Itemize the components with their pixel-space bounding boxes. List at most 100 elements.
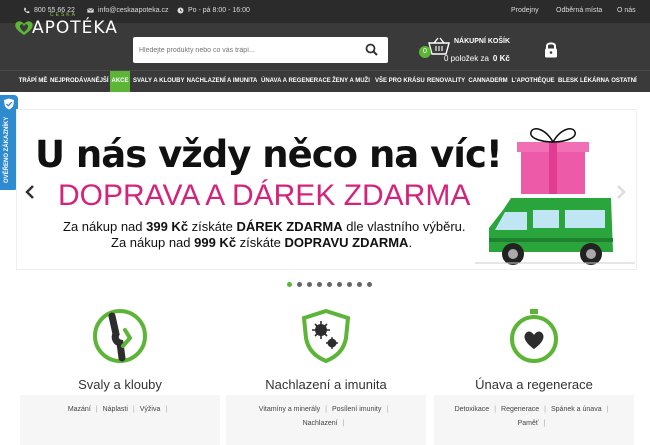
text: Za nákup nad (111, 235, 195, 250)
nav-item-unava-a-regenerace[interactable]: ÚNAVA A REGENERACE (261, 71, 331, 92)
verified-reviews-label: OVĚŘENO ZÁKAZNÍKY (4, 116, 10, 183)
carousel-dot[interactable] (347, 282, 352, 287)
heart-leaf-logo-icon (15, 21, 33, 35)
category-link[interactable]: Vitamíny a minerály (259, 406, 320, 413)
carousel-dots (287, 282, 372, 287)
nav-item-lapotheque[interactable]: L'APOTHÉQUE (511, 71, 555, 92)
carousel-dot[interactable] (297, 282, 302, 287)
topbar-link-label: O nás (617, 7, 636, 14)
nav-item-trapi-me[interactable]: TRÁPÍ MĚ (18, 71, 48, 92)
stopwatch-heart-icon (510, 309, 558, 363)
text: získáte (188, 219, 237, 234)
separator: | (543, 420, 546, 427)
category-link[interactable]: Spánek a únava (551, 406, 602, 413)
carousel-dot[interactable] (327, 282, 332, 287)
separator: | (95, 406, 98, 413)
nav-item-ostatni[interactable]: OSTATNÍ (610, 71, 638, 92)
search-box (133, 37, 388, 63)
promo-banner[interactable]: U nás vždy něco na víc! DOPRAVA A DÁREK … (16, 109, 637, 270)
category-links: Mazání | Náplasti | Výživa | (28, 403, 212, 417)
category-title: Nachlazení a imunita (265, 377, 387, 392)
nav-item-svaly-a-klouby[interactable]: SVALY A KLOUBY (133, 71, 184, 92)
main-nav: TRÁPÍ MĚ NEJPRODÁVANĚJŠÍ AKCE SVALY A KL… (0, 70, 650, 92)
separator: | (494, 406, 497, 413)
category-links-box: Mazání | Náplasti | Výživa | (20, 395, 220, 445)
carousel-next-arrow[interactable] (616, 185, 626, 199)
lock-icon[interactable] (544, 41, 558, 58)
topbar-link-label: Odběrná místa (556, 7, 603, 14)
nav-item-zeny-a-muzi[interactable]: ŽENY A MUŽI (331, 71, 371, 92)
text: získáte (236, 235, 285, 250)
hours-text: Po - pá 8:00 - 16:00 (188, 7, 250, 14)
topbar-link-prodejny[interactable]: Prodejny (511, 7, 539, 14)
basket-icon (428, 37, 450, 55)
banner-subheadline: DOPRAVA A DÁREK ZDARMA (58, 179, 471, 212)
separator: | (132, 406, 135, 413)
category-title: Svaly a klouby (78, 377, 162, 392)
separator: | (386, 406, 389, 413)
category-link[interactable]: Regenerace (501, 406, 539, 413)
nav-item-vse-pro-krasu[interactable]: VŠE PRO KRÁSU (375, 71, 425, 92)
carousel-dot[interactable] (287, 282, 292, 287)
carousel-dot[interactable] (367, 282, 372, 287)
topbar-link-odberna-mista[interactable]: Odběrná místa (556, 7, 602, 14)
topbar-link-label: Prodejny (511, 7, 539, 14)
logo[interactable]: ČESKÁ APOTÉKA (14, 12, 117, 42)
category-link[interactable]: Nachlazení (303, 420, 338, 427)
category-links-box: Vitamíny a minerály | Posílení imunity | Nac… (226, 395, 426, 445)
cart-total: 0 Kč (492, 54, 510, 63)
separator: | (342, 420, 345, 427)
delivery-van-with-gift-illustration (475, 128, 635, 265)
carousel-prev-arrow[interactable] (25, 185, 35, 199)
separator: | (165, 406, 168, 413)
category-links-box: Detoxikace | Regenerace | Spánek a únava | Pam… (434, 395, 634, 445)
knee-icon (93, 309, 147, 363)
category-link[interactable]: Paměť (518, 420, 539, 427)
category-links: Vitamíny a minerály | Posílení imunity | Nac… (234, 403, 418, 431)
category-title: Únava a regenerace (475, 377, 593, 392)
amount: 399 Kč (146, 219, 189, 234)
highlight: DÁREK ZDARMA (236, 219, 343, 234)
amount: 999 Kč (194, 235, 237, 250)
category-link[interactable]: Posílení imunity (332, 406, 381, 413)
search-input[interactable] (139, 43, 359, 57)
category-unava-a-regenerace[interactable]: Únava a regenerace Detoxikace | Regenerace… (434, 305, 634, 445)
nav-item-cannaderm[interactable]: CANNADERM (468, 71, 508, 92)
nav-item-blesk-lekarna[interactable]: BLESK LÉKÁRNA (558, 71, 609, 92)
text: Za nákup nad (63, 219, 147, 234)
separator: | (544, 406, 546, 413)
shopping-cart[interactable]: 0 NÁKUPNÍ KOŠÍK 0 položek za 0 Kč (418, 37, 528, 67)
banner-line-1: Za nákup nad 399 Kč získáte DÁREK ZDARMA… (63, 219, 466, 234)
banner-headline: U nás vždy něco na víc! (35, 133, 503, 176)
category-link[interactable]: Mazání (68, 406, 91, 413)
cart-title: NÁKUPNÍ KOŠÍK (454, 38, 511, 45)
carousel-dot[interactable] (307, 282, 312, 287)
nav-item-nachlazeni-a-imunita[interactable]: NACHLAZENÍ A IMUNITA (186, 71, 258, 92)
category-link[interactable]: Náplasti (103, 406, 128, 413)
carousel-dot[interactable] (337, 282, 342, 287)
logo-main: APOTÉKA (32, 18, 118, 38)
nav-item-akce[interactable]: AKCE (110, 71, 130, 92)
topbar-link-o-nas[interactable]: O nás (617, 7, 636, 14)
cart-summary: 0 položek za 0 Kč (444, 54, 510, 63)
virus-shield-icon (301, 308, 351, 364)
cart-items: 0 položek za (444, 54, 489, 63)
carousel-dot[interactable] (317, 282, 322, 287)
highlight: DOPRAVU ZDARMA (284, 235, 409, 250)
category-links: Detoxikace | Regenerace | Spánek a únava | Pam… (442, 403, 626, 431)
search-icon[interactable] (365, 43, 378, 56)
text: . (408, 235, 413, 250)
banner-line-2: Za nákup nad 999 Kč získáte DOPRAVU ZDAR… (111, 235, 412, 250)
separator: | (606, 406, 609, 413)
opening-hours: Po - pá 8:00 - 16:00 (177, 7, 250, 14)
nav-item-nejprodavanejsi[interactable]: NEJPRODÁVANĚJŠÍ (50, 71, 109, 92)
category-link[interactable]: Detoxikace (455, 406, 490, 413)
category-svaly-a-klouby[interactable]: Svaly a klouby Mazání | Náplasti | Výživa | (20, 305, 220, 445)
text: dle vlastního výběru. (342, 219, 466, 234)
category-nachlazeni-a-imunita[interactable]: Nachlazení a imunita Vitamíny a minerály… (226, 305, 426, 445)
carousel-dot[interactable] (357, 282, 362, 287)
cart-count-badge: 0 (419, 46, 431, 58)
category-link[interactable]: Výživa (140, 406, 161, 413)
separator: | (325, 406, 327, 413)
nav-item-renovality[interactable]: RENOVALITY (426, 71, 466, 92)
